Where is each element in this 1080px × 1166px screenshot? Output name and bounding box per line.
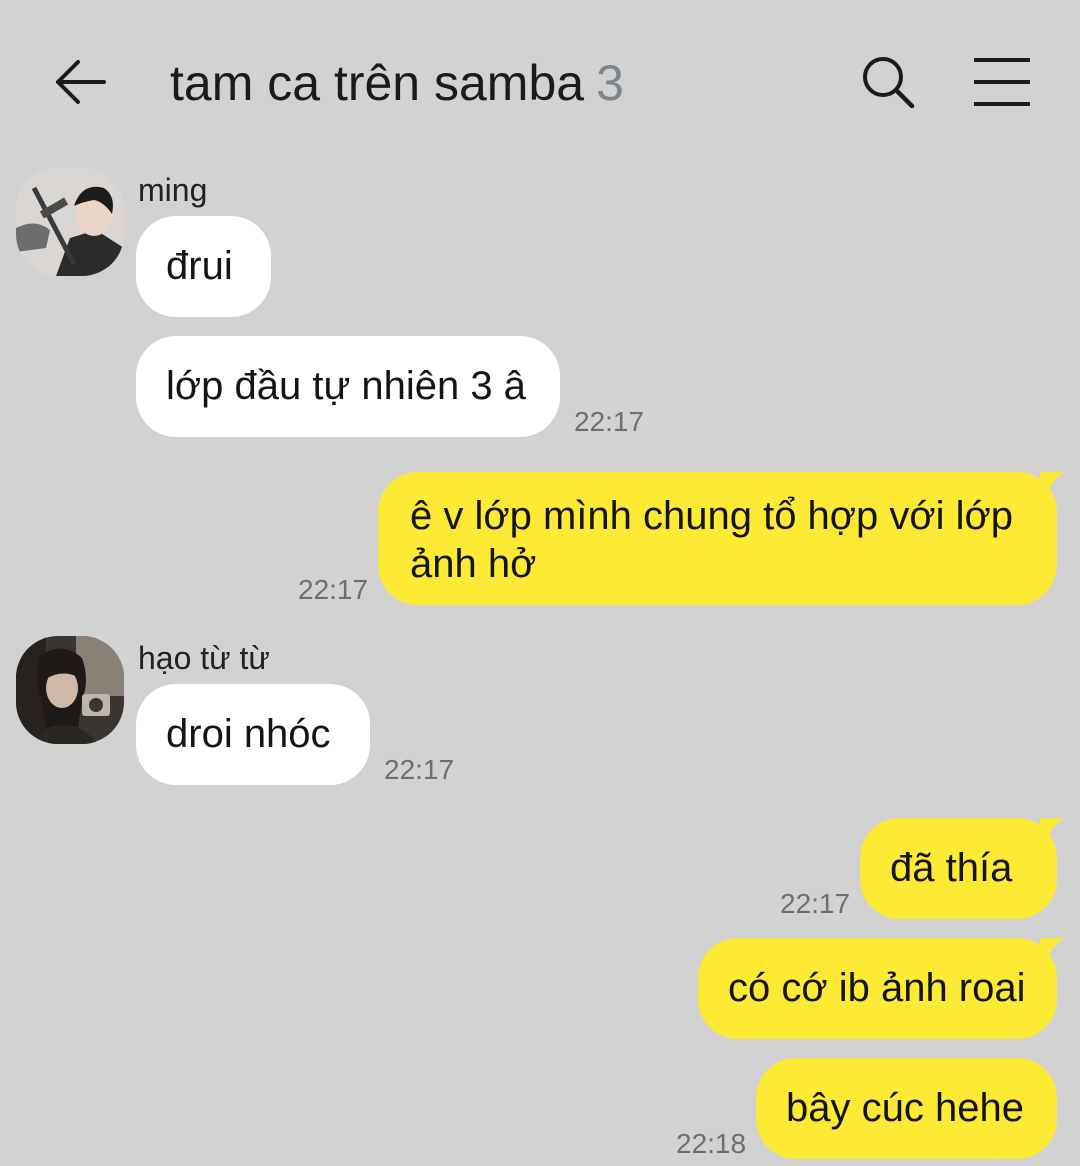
chat-title[interactable]: tam ca trên samba 3 <box>170 50 624 116</box>
message-text: ê v lớp mình chung tổ hợp với lớp ảnh hở <box>410 494 1013 586</box>
message-text: droi nhóc <box>166 712 331 756</box>
sender-name: hạo từ từ <box>138 640 270 676</box>
bubble-tail <box>1040 818 1064 842</box>
outgoing-message-bubble[interactable]: có cớ ib ảnh roai <box>698 938 1057 1039</box>
avatar-hao-tu-tu[interactable] <box>16 636 124 744</box>
message-text: lớp đầu tự nhiên 3 â <box>166 364 526 408</box>
message-timestamp: 22:18 <box>676 1128 747 1159</box>
outgoing-message-bubble[interactable]: đã thía <box>860 818 1057 919</box>
search-icon[interactable] <box>858 52 920 114</box>
incoming-message-bubble[interactable]: droi nhóc <box>136 684 370 785</box>
bubble-tail <box>1040 472 1064 496</box>
message-timestamp: 22:17 <box>384 754 455 785</box>
bubble-tail <box>1040 938 1064 962</box>
incoming-message-bubble[interactable]: đrui <box>136 216 271 317</box>
message-timestamp: 22:17 <box>574 406 645 437</box>
incoming-message-bubble[interactable]: lớp đầu tự nhiên 3 â <box>136 336 560 437</box>
message-timestamp: 22:17 <box>298 574 369 605</box>
member-count: 3 <box>596 55 624 111</box>
message-text: có cớ ib ảnh roai <box>728 966 1026 1010</box>
outgoing-message-bubble[interactable]: ê v lớp mình chung tổ hợp với lớp ảnh hở <box>378 472 1057 605</box>
message-timestamp: 22:17 <box>780 888 851 919</box>
avatar-image <box>16 636 124 744</box>
hamburger-menu-icon[interactable] <box>970 52 1034 112</box>
message-text: đrui <box>166 244 233 288</box>
chat-screen: tam ca trên samba 3 ming đrui lớp đầu tự… <box>0 0 1080 1166</box>
avatar-image <box>16 168 124 276</box>
back-arrow-icon[interactable] <box>50 52 110 112</box>
outgoing-message-bubble[interactable]: bây cúc hehe <box>756 1058 1057 1159</box>
chat-header: tam ca trên samba 3 <box>0 0 1080 150</box>
message-text: đã thía <box>890 846 1013 890</box>
sender-name: ming <box>138 172 208 208</box>
message-text: bây cúc hehe <box>786 1086 1024 1130</box>
avatar-ming[interactable] <box>16 168 124 276</box>
chat-room-name: tam ca trên samba <box>170 55 585 111</box>
